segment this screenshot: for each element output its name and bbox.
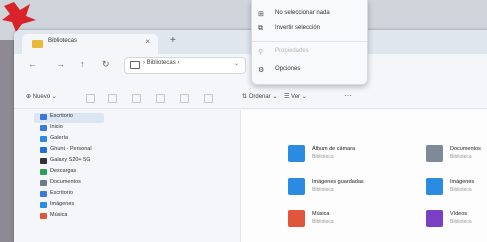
menu-item[interactable]: ⚙ Opciones <box>258 64 362 78</box>
sidebar-item-icon <box>40 136 47 142</box>
desktop-red-doodle <box>2 2 36 32</box>
sidebar-item-icon <box>40 180 47 186</box>
menu-item: ⚲ Propiedades <box>258 46 362 60</box>
folder-icon <box>32 40 43 48</box>
delete-icon[interactable] <box>204 94 213 103</box>
close-tab-icon[interactable]: × <box>145 37 150 46</box>
library-subtitle: Biblioteca <box>450 154 472 160</box>
forward-button[interactable]: → <box>56 59 65 69</box>
sidebar-item-label: Escritorio <box>50 190 73 196</box>
library-icon <box>426 178 443 195</box>
sidebar-item-label: Inicio <box>50 124 63 130</box>
address-field[interactable]: › Bibliotecas › ⌄ <box>124 57 246 74</box>
library-name: Imágenes <box>450 179 475 185</box>
sidebar-item-icon <box>40 213 47 219</box>
see-more-menu: ⊞ No seleccionar nada ⧉ Invertir selección ⚲… <box>251 0 368 85</box>
sidebar-item-icon <box>40 191 47 197</box>
library-name: Documentos <box>450 146 481 152</box>
paste-icon[interactable] <box>132 94 141 103</box>
library-icon <box>288 178 305 195</box>
tab-bibliotecas[interactable]: Bibliotecas × <box>22 34 158 54</box>
copy-icon[interactable] <box>108 94 117 103</box>
sidebar-item-label: Galería <box>50 135 69 141</box>
sort-button[interactable]: ⇅ Ordenar ⌄ <box>242 93 277 100</box>
library-icon <box>288 145 305 162</box>
invert-selection-icon: ⧉ <box>258 25 263 32</box>
library-item[interactable]: Imágenes Biblioteca <box>426 178 487 200</box>
library-icon <box>288 210 305 227</box>
library-name: Imágenes guardadas <box>312 179 364 185</box>
select-none-icon: ⊞ <box>258 11 264 18</box>
more-options-button[interactable]: ··· <box>344 91 352 100</box>
back-button[interactable]: ← <box>28 59 37 69</box>
library-subtitle: Biblioteca <box>450 219 472 225</box>
library-item[interactable]: Documentos Biblioteca <box>426 145 487 167</box>
command-bar: ⊕ Nuevo ⌄ ⇅ Ordenar ⌄ ☰ Ver ⌄ ··· <box>14 88 487 109</box>
library-icon <box>426 145 443 162</box>
refresh-button[interactable]: ↻ <box>102 59 110 70</box>
menu-item-label: Invertir selección <box>275 25 321 31</box>
cut-icon[interactable] <box>86 94 95 103</box>
library-subtitle: Biblioteca <box>450 187 472 193</box>
menu-item-label: Opciones <box>275 66 301 72</box>
sidebar-item-label: Galaxy S20+ 5G <box>50 157 91 163</box>
library-item[interactable]: Álbum de cámara Biblioteca <box>288 145 408 167</box>
new-tab-button[interactable]: + <box>170 35 176 46</box>
sidebar-item-icon <box>40 169 47 175</box>
address-dropdown-icon[interactable]: ⌄ <box>234 60 239 67</box>
tab-title: Bibliotecas <box>48 38 78 44</box>
sidebar-item-icon <box>40 202 47 208</box>
library-item[interactable]: Vídeos Biblioteca <box>426 210 487 232</box>
library-subtitle: Biblioteca <box>312 187 334 193</box>
sidebar-item-icon <box>40 114 47 120</box>
menu-item-label: No seleccionar nada <box>275 10 330 16</box>
library-name: Vídeos <box>450 211 468 217</box>
library-subtitle: Biblioteca <box>312 154 334 160</box>
menu-item[interactable]: ⊞ No seleccionar nada <box>258 8 362 22</box>
sidebar-item-icon <box>40 147 47 153</box>
rename-icon[interactable] <box>156 94 165 103</box>
new-button[interactable]: ⊕ Nuevo ⌄ <box>26 93 57 100</box>
sidebar-item-label: Música <box>50 212 68 218</box>
breadcrumb: › Bibliotecas › <box>143 60 180 66</box>
library-name: Música <box>312 211 330 217</box>
library-icon <box>426 210 443 227</box>
up-button[interactable]: ↑ <box>80 59 85 69</box>
properties-icon: ⚲ <box>258 49 264 56</box>
share-icon[interactable] <box>180 94 189 103</box>
sidebar-item-icon <box>40 125 47 131</box>
library-content: Álbum de cámara Biblioteca Documentos Bibli… <box>241 110 487 242</box>
library-item[interactable]: Imágenes guardadas Biblioteca <box>288 178 408 200</box>
library-item[interactable]: Música Biblioteca <box>288 210 408 232</box>
computer-icon <box>130 61 140 69</box>
menu-separator <box>252 41 367 42</box>
sidebar-item-icon <box>40 158 47 164</box>
sidebar-item-label: Escritorio <box>50 113 73 119</box>
sidebar-item-label: Ghunt - Personal <box>50 146 92 152</box>
library-name: Álbum de cámara <box>312 146 356 152</box>
sidebar-item-label: Documentos <box>50 179 81 185</box>
menu-item-label: Propiedades <box>275 48 309 54</box>
view-button[interactable]: ☰ Ver ⌄ <box>284 93 307 100</box>
navigation-pane: Escritorio Inicio Galería Ghunt - Personal G… <box>14 110 241 242</box>
sidebar-item-label: Descargas <box>50 168 77 174</box>
menu-item[interactable]: ⧉ Invertir selección <box>258 23 362 37</box>
sidebar-item-label: Imágenes <box>50 201 75 207</box>
library-subtitle: Biblioteca <box>312 219 334 225</box>
options-icon: ⚙ <box>258 67 265 74</box>
